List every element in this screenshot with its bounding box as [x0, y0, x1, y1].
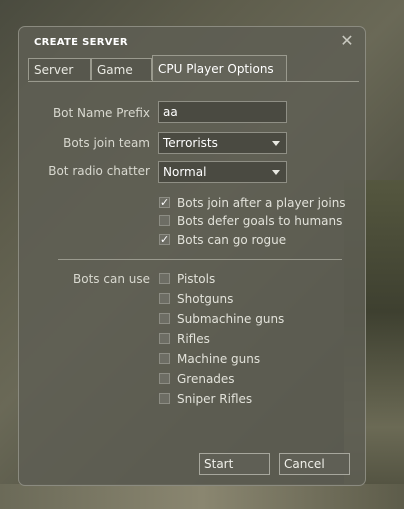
checkbox-label: Pistols [177, 272, 216, 286]
checkbox-box[interactable] [159, 215, 170, 226]
checkbox-box[interactable] [159, 273, 170, 284]
background-strip [0, 484, 404, 509]
tab-game[interactable]: Game [91, 58, 152, 80]
checkbox-box[interactable] [159, 293, 170, 304]
create-server-dialog: CREATE SERVER ✕ Server Game CPU Player O… [18, 26, 366, 486]
bot-name-prefix-label: Bot Name Prefix [52, 106, 150, 120]
bot-name-prefix-input[interactable] [158, 101, 287, 123]
checkbox-label: Grenades [177, 372, 235, 386]
bots-join-team-select[interactable]: Terrorists [158, 132, 287, 154]
close-icon[interactable]: ✕ [339, 33, 355, 49]
start-button[interactable]: Start [199, 453, 270, 475]
tab-cpu-player-options[interactable]: CPU Player Options [152, 55, 287, 82]
chevron-down-icon [272, 141, 280, 146]
bots-join-team-label: Bots join team [63, 136, 150, 150]
checkbox-label: Rifles [177, 332, 210, 346]
bots-join-team-value: Terrorists [163, 136, 218, 150]
bot-radio-chatter-label: Bot radio chatter [48, 164, 150, 178]
checkbox-label: Bots join after a player joins [177, 196, 346, 210]
checkbox-box[interactable]: ✓ [159, 197, 170, 208]
section-divider [58, 259, 342, 260]
checkbox-label: Shotguns [177, 292, 234, 306]
tab-underline [28, 81, 359, 82]
bot-radio-chatter-select[interactable]: Normal [158, 161, 287, 183]
checkbox-box[interactable] [159, 373, 170, 384]
cancel-button[interactable]: Cancel [279, 453, 350, 475]
checkbox-box[interactable] [159, 393, 170, 404]
tab-server[interactable]: Server [28, 58, 91, 80]
checkbox-box[interactable] [159, 333, 170, 344]
bot-radio-chatter-value: Normal [163, 165, 207, 179]
checkbox-label: Machine guns [177, 352, 261, 366]
checkbox-label: Bots can go rogue [177, 233, 287, 247]
checkbox-label: Submachine guns [177, 312, 285, 326]
checkbox-label: Bots defer goals to humans [177, 214, 343, 228]
checkbox-box[interactable] [159, 313, 170, 324]
checkbox-box[interactable] [159, 353, 170, 364]
bots-can-use-label: Bots can use [73, 272, 150, 286]
chevron-down-icon [272, 170, 280, 175]
dialog-title: CREATE SERVER [34, 37, 128, 48]
checkbox-box[interactable]: ✓ [159, 234, 170, 245]
checkbox-label: Sniper Rifles [177, 392, 253, 406]
